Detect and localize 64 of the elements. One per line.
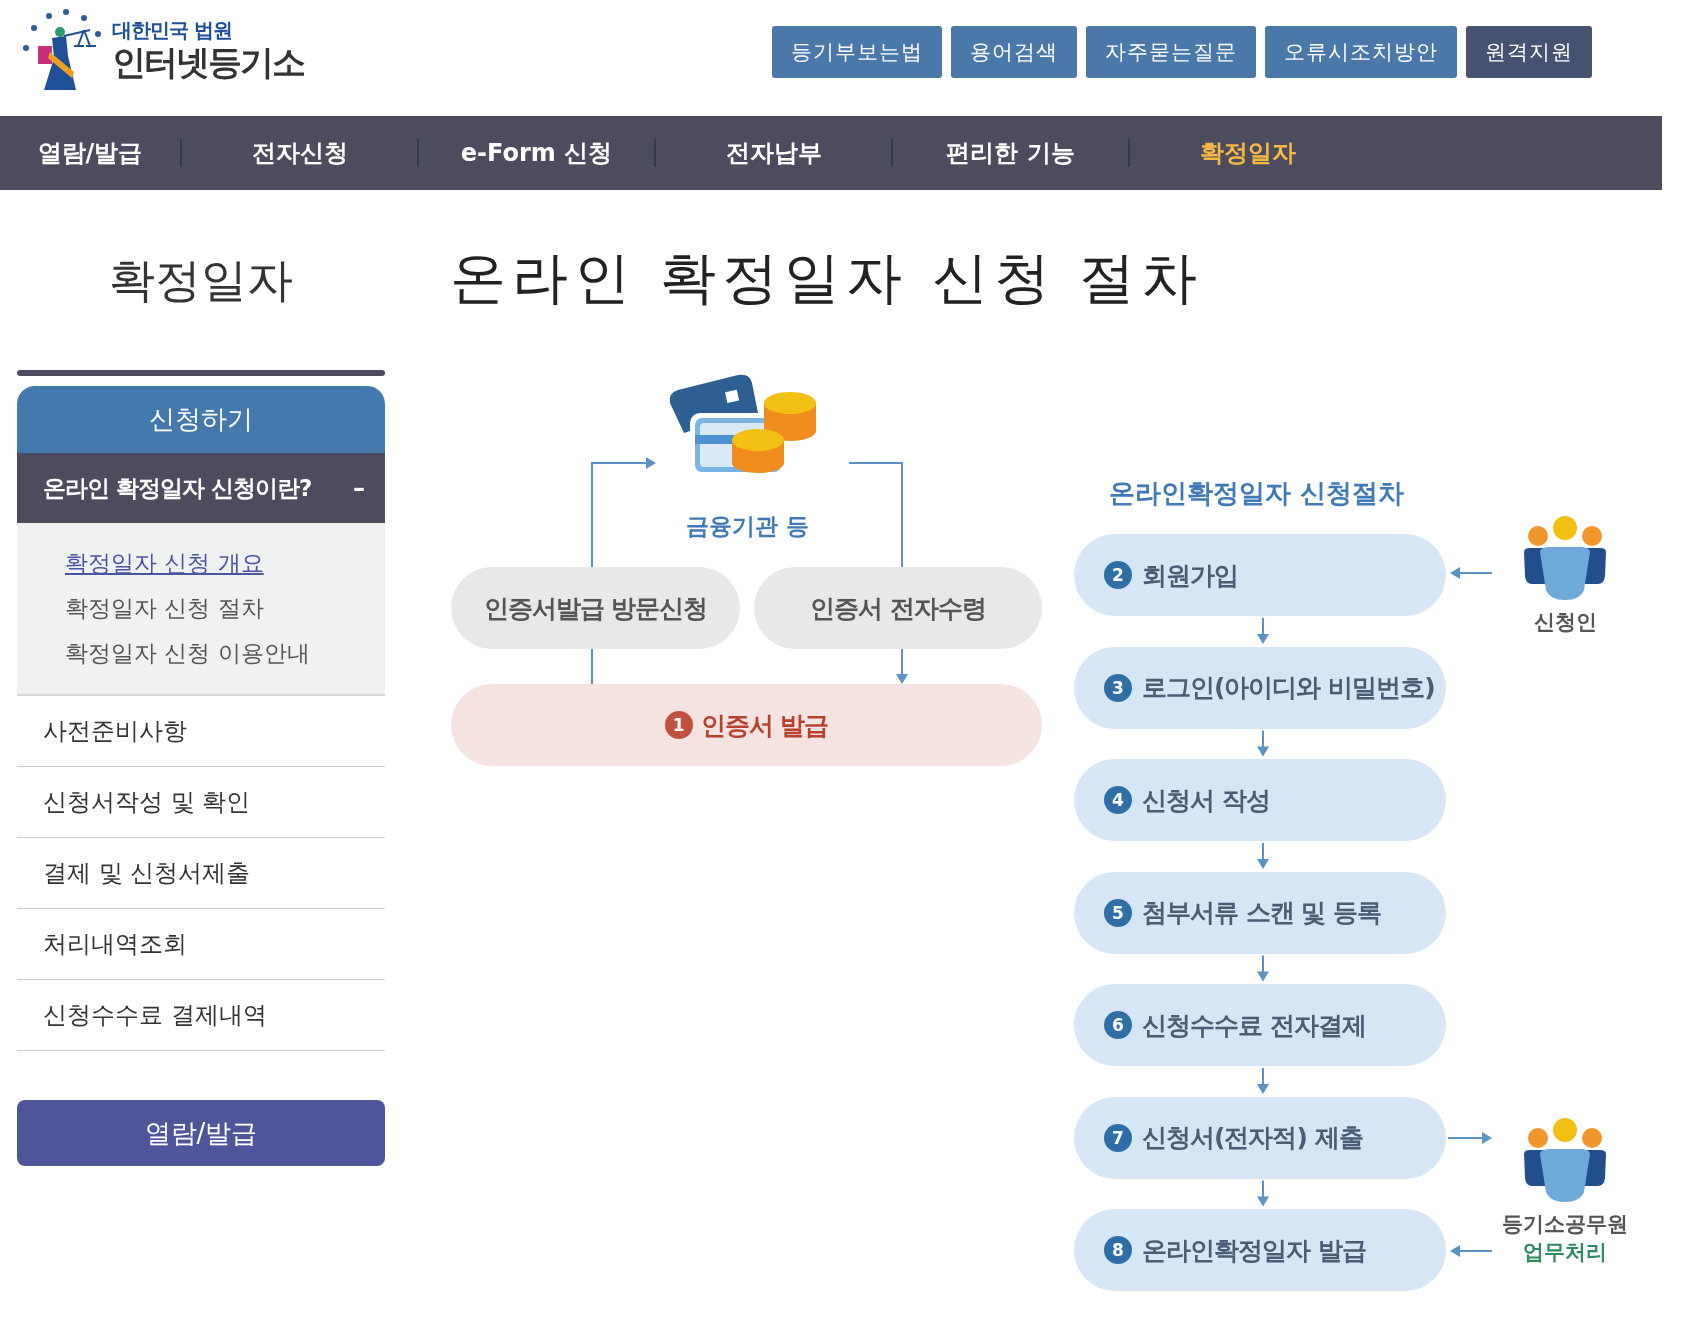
top-link-button[interactable]: 원격지원 bbox=[1466, 26, 1592, 78]
step-label: 신청수수료 전자결제 bbox=[1142, 1009, 1366, 1042]
submenu-link[interactable]: 확정일자 신청 이용안내 bbox=[65, 635, 310, 672]
logo-subtitle: 대한민국 법원 bbox=[112, 16, 233, 44]
flow-title: 온라인확정일자 신청절차 bbox=[1109, 477, 1405, 510]
nav-menu-item[interactable]: 편리한 기능 bbox=[893, 137, 1128, 169]
step-label: 신청서 작성 bbox=[1142, 784, 1270, 817]
submenu-link[interactable]: 확정일자 신청 절차 bbox=[65, 590, 264, 627]
step-number-icon: 8 bbox=[1104, 1236, 1132, 1264]
nav-menu-item[interactable]: 열람/발급 bbox=[0, 137, 180, 169]
sidebar-section-header: 신청하기 bbox=[17, 386, 385, 453]
step-label: 온라인확정일자 발급 bbox=[1142, 1234, 1366, 1267]
people-icon bbox=[1522, 1118, 1608, 1202]
flow-arrow bbox=[896, 648, 908, 684]
step-number-icon: 7 bbox=[1104, 1123, 1132, 1152]
flow-arrow bbox=[1447, 1132, 1492, 1144]
actor-label: 신청인 bbox=[1533, 609, 1597, 636]
flow-arrow bbox=[1257, 954, 1269, 982]
flow-arrow bbox=[1257, 617, 1269, 644]
sidebar-menu-item[interactable]: 결제 및 신청서제출 bbox=[17, 838, 385, 909]
nav-menu-item[interactable]: 전자신청 bbox=[182, 137, 417, 169]
collapse-icon[interactable]: – bbox=[353, 474, 365, 502]
step-label: 인증서 발급 bbox=[700, 709, 829, 742]
top-link-button[interactable]: 등기부보는법 bbox=[772, 26, 942, 78]
flow-node: 인증서발급 방문신청 bbox=[451, 567, 740, 649]
page-title: 온라인 확정일자 신청 절차 bbox=[450, 248, 1205, 308]
flow-arrow bbox=[1257, 1179, 1269, 1207]
step-number-icon: 6 bbox=[1104, 1011, 1132, 1039]
flow-line bbox=[591, 648, 593, 685]
nav-menu-item[interactable]: 확정일자 bbox=[1130, 137, 1365, 169]
flow-arrow bbox=[1450, 567, 1493, 579]
step-label: 신청서(전자적) 제출 bbox=[1142, 1122, 1363, 1154]
sidebar-title: 확정일자 bbox=[108, 252, 294, 309]
step-label: 회원가입 bbox=[1142, 559, 1238, 592]
step-number-icon: 2 bbox=[1104, 561, 1132, 589]
top-link-button[interactable]: 자주묻는질문 bbox=[1086, 26, 1256, 78]
actor-label: 등기소공무원 bbox=[1502, 1211, 1628, 1238]
logo-title: 인터넷등기소 bbox=[112, 43, 304, 82]
institution-label: 금융기관 등 bbox=[685, 512, 811, 541]
people-icon bbox=[1522, 516, 1608, 600]
top-link-button[interactable]: 오류시조치방안 bbox=[1265, 26, 1457, 78]
actor-role: 업무처리 bbox=[1523, 1239, 1607, 1266]
sidebar-menu-item[interactable]: 신청서작성 및 확인 bbox=[17, 767, 385, 838]
step-number-icon: 3 bbox=[1104, 673, 1132, 702]
flow-node: 인증서 전자수령 bbox=[754, 567, 1042, 649]
flow-arrow bbox=[1450, 1245, 1493, 1257]
flow-arrow bbox=[1257, 729, 1269, 757]
step-number-icon: 5 bbox=[1104, 898, 1132, 927]
step-label: 로그인(아이디와 비밀번호) bbox=[1142, 672, 1435, 704]
flow-arrow bbox=[1257, 842, 1269, 869]
sidebar-menu-item[interactable]: 사전준비사항 bbox=[17, 696, 385, 767]
sidebar-menu-item[interactable]: 신청수수료 결제내역 bbox=[17, 980, 385, 1051]
step-number-icon: 4 bbox=[1104, 786, 1132, 814]
nav-menu-item[interactable]: 전자납부 bbox=[656, 137, 891, 169]
submenu-link[interactable]: 확정일자 신청 개요 bbox=[65, 545, 264, 582]
menu-item-label: 온라인 확정일자 신청이란? bbox=[43, 473, 312, 503]
flow-arrow bbox=[1257, 1067, 1269, 1094]
sidebar-menu-item[interactable]: 온라인 확정일자 신청이란? – bbox=[17, 453, 385, 523]
view-issue-button[interactable]: 열람/발급 bbox=[17, 1100, 385, 1166]
step-label: 첨부서류 스캔 및 등록 bbox=[1142, 897, 1382, 929]
sidebar-menu-item[interactable]: 처리내역조회 bbox=[17, 909, 385, 980]
top-link-button[interactable]: 용어검색 bbox=[951, 26, 1077, 78]
nav-menu-item[interactable]: e-Form 신청 bbox=[419, 137, 654, 169]
step-number-icon: 1 bbox=[664, 711, 693, 739]
